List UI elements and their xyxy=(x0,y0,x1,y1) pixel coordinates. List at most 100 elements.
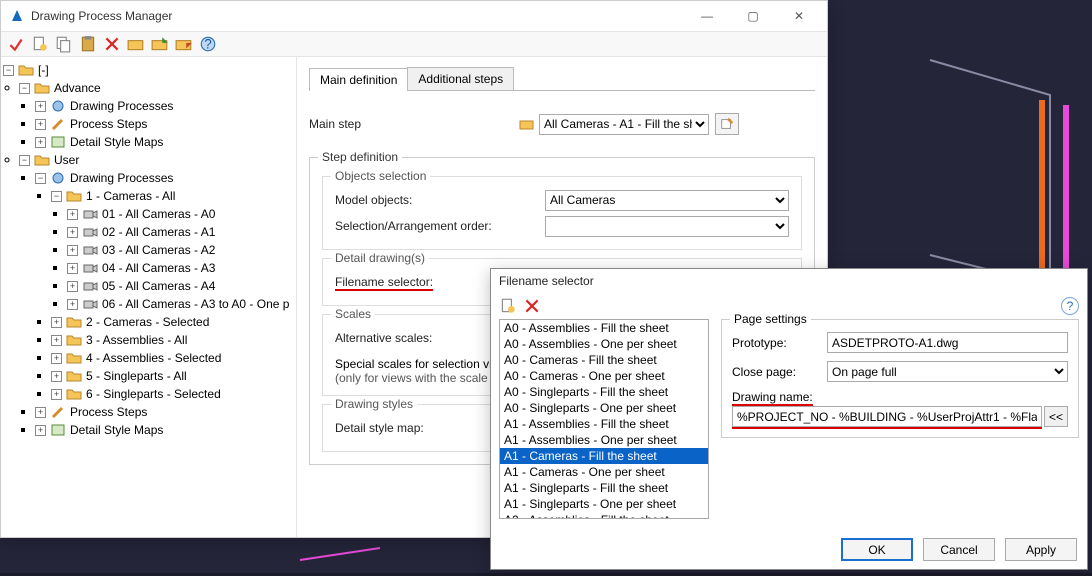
expand-toggle[interactable]: − xyxy=(35,173,46,184)
folder-icon xyxy=(519,116,535,132)
tree-label: Drawing Processes xyxy=(70,171,173,185)
drawing-name-more-button[interactable]: << xyxy=(1044,406,1068,427)
list-item[interactable]: A1 - Cameras - Fill the sheet xyxy=(500,448,708,464)
page-settings-legend: Page settings xyxy=(730,312,811,326)
cancel-button[interactable]: Cancel xyxy=(923,538,995,561)
tree-user-dsm[interactable]: + Detail Style Maps xyxy=(35,421,294,439)
tree-icon xyxy=(82,260,98,276)
tree-c04[interactable]: + 04 - All Cameras - A3 xyxy=(67,259,294,277)
tree-icon xyxy=(66,350,82,366)
list-item[interactable]: A0 - Assemblies - One per sheet xyxy=(500,336,708,352)
tree-c06[interactable]: + 06 - All Cameras - A3 to A0 - One p xyxy=(67,295,294,313)
list-item[interactable]: A1 - Assemblies - Fill the sheet xyxy=(500,416,708,432)
tree-pane[interactable]: − [-] − Advance + Drawing Processes + Pr… xyxy=(1,57,297,537)
tree-advance[interactable]: − Advance xyxy=(19,79,294,97)
main-titlebar[interactable]: Drawing Process Manager — ▢ ✕ xyxy=(1,1,827,31)
list-item[interactable]: A1 - Singleparts - One per sheet xyxy=(500,496,708,512)
toolbar-paste-icon[interactable] xyxy=(79,35,97,53)
dialog-new-icon[interactable] xyxy=(499,297,517,315)
expand-toggle[interactable]: − xyxy=(19,155,30,166)
tree-label: 1 - Cameras - All xyxy=(86,189,175,203)
filename-selector-dialog: Filename selector ? A0 - Assemblies - Fi… xyxy=(490,268,1088,570)
minimize-button[interactable]: — xyxy=(687,2,727,30)
tree-asm_all[interactable]: + 3 - Assemblies - All xyxy=(51,331,294,349)
expand-toggle[interactable]: + xyxy=(51,371,62,382)
toolbar-delete-icon[interactable] xyxy=(103,35,121,53)
expand-toggle[interactable]: + xyxy=(67,245,78,256)
tree-advance-dsm[interactable]: + Detail Style Maps xyxy=(35,133,294,151)
expand-toggle[interactable]: + xyxy=(67,299,78,310)
tree-advance-dp[interactable]: + Drawing Processes xyxy=(35,97,294,115)
list-item[interactable]: A0 - Assemblies - Fill the sheet xyxy=(500,320,708,336)
step-definition-legend: Step definition xyxy=(318,150,402,164)
expand-toggle[interactable]: + xyxy=(35,101,46,112)
selection-order-combo[interactable] xyxy=(545,216,789,237)
close-page-label: Close page: xyxy=(732,365,827,379)
toolbar-folder1-icon[interactable] xyxy=(127,35,145,53)
list-item[interactable]: A1 - Singleparts - Fill the sheet xyxy=(500,480,708,496)
expand-toggle[interactable]: − xyxy=(19,83,30,94)
tree-sp_sel[interactable]: + 6 - Singleparts - Selected xyxy=(51,385,294,403)
toolbar-copy-icon[interactable] xyxy=(55,35,73,53)
tree-asm_sel[interactable]: + 4 - Assemblies - Selected xyxy=(51,349,294,367)
tree-icon xyxy=(66,386,82,402)
model-objects-combo[interactable]: All Cameras xyxy=(545,190,789,211)
expand-toggle[interactable]: + xyxy=(51,317,62,328)
expand-toggle[interactable]: + xyxy=(67,227,78,238)
expand-toggle[interactable]: + xyxy=(51,353,62,364)
close-button[interactable]: ✕ xyxy=(779,2,819,30)
expand-toggle[interactable]: + xyxy=(51,389,62,400)
tree-advance-ps[interactable]: + Process Steps xyxy=(35,115,294,133)
expand-toggle[interactable]: + xyxy=(35,119,46,130)
expand-toggle[interactable]: + xyxy=(35,425,46,436)
tab-main-definition[interactable]: Main definition xyxy=(309,68,408,91)
list-item[interactable]: A0 - Singleparts - One per sheet xyxy=(500,400,708,416)
main-step-combo[interactable]: All Cameras - A1 - Fill the sheet xyxy=(539,114,709,135)
expand-toggle[interactable]: + xyxy=(67,263,78,274)
list-item[interactable]: A0 - Cameras - Fill the sheet xyxy=(500,352,708,368)
tree-user[interactable]: − User xyxy=(19,151,294,169)
toolbar-new-icon[interactable] xyxy=(31,35,49,53)
expand-toggle[interactable]: + xyxy=(35,407,46,418)
main-step-edit-button[interactable] xyxy=(715,113,739,135)
tree-c05[interactable]: + 05 - All Cameras - A4 xyxy=(67,277,294,295)
expand-toggle[interactable]: − xyxy=(3,65,14,76)
tree-user-ps[interactable]: + Process Steps xyxy=(35,403,294,421)
tree-c03[interactable]: + 03 - All Cameras - A2 xyxy=(67,241,294,259)
expand-toggle[interactable]: + xyxy=(67,281,78,292)
tree-label: Detail Style Maps xyxy=(70,135,163,149)
drawing-name-label: Drawing name: xyxy=(732,390,827,404)
filename-selector-list[interactable]: A0 - Assemblies - Fill the sheetA0 - Ass… xyxy=(499,319,709,519)
expand-toggle[interactable]: + xyxy=(35,137,46,148)
tree-c02[interactable]: + 02 - All Cameras - A1 xyxy=(67,223,294,241)
list-item[interactable]: A0 - Cameras - One per sheet xyxy=(500,368,708,384)
maximize-button[interactable]: ▢ xyxy=(733,2,773,30)
toolbar-folder2-icon[interactable] xyxy=(151,35,169,53)
list-item[interactable]: A2 - Assemblies - Fill the sheet xyxy=(500,512,708,519)
list-item[interactable]: A1 - Assemblies - One per sheet xyxy=(500,432,708,448)
toolbar-check-icon[interactable] xyxy=(7,35,25,53)
list-item[interactable]: A1 - Cameras - One per sheet xyxy=(500,464,708,480)
expand-toggle[interactable]: + xyxy=(67,209,78,220)
tree-c01[interactable]: + 01 - All Cameras - A0 xyxy=(67,205,294,223)
toolbar-help-icon[interactable]: ? xyxy=(199,35,217,53)
expand-toggle[interactable]: + xyxy=(51,335,62,346)
apply-button[interactable]: Apply xyxy=(1005,538,1077,561)
drawing-name-input[interactable] xyxy=(732,406,1042,427)
close-page-combo[interactable]: On page full xyxy=(827,361,1068,382)
expand-toggle[interactable]: − xyxy=(51,191,62,202)
tree-cameras-all[interactable]: − 1 - Cameras - All xyxy=(51,187,294,205)
tree-user-dp[interactable]: − Drawing Processes xyxy=(35,169,294,187)
dialog-help-icon[interactable]: ? xyxy=(1061,297,1079,315)
dialog-delete-icon[interactable] xyxy=(523,297,541,315)
list-item[interactable]: A0 - Singleparts - Fill the sheet xyxy=(500,384,708,400)
tree-cam_sel[interactable]: + 2 - Cameras - Selected xyxy=(51,313,294,331)
tree-icon xyxy=(66,368,82,384)
tree-root[interactable]: − [-] xyxy=(3,61,294,79)
toolbar-folder3-icon[interactable] xyxy=(175,35,193,53)
ok-button[interactable]: OK xyxy=(841,538,913,561)
tree-sp_all[interactable]: + 5 - Singleparts - All xyxy=(51,367,294,385)
dialog-title[interactable]: Filename selector xyxy=(491,269,1087,293)
tab-additional-steps[interactable]: Additional steps xyxy=(407,67,514,90)
prototype-input[interactable] xyxy=(827,332,1068,353)
